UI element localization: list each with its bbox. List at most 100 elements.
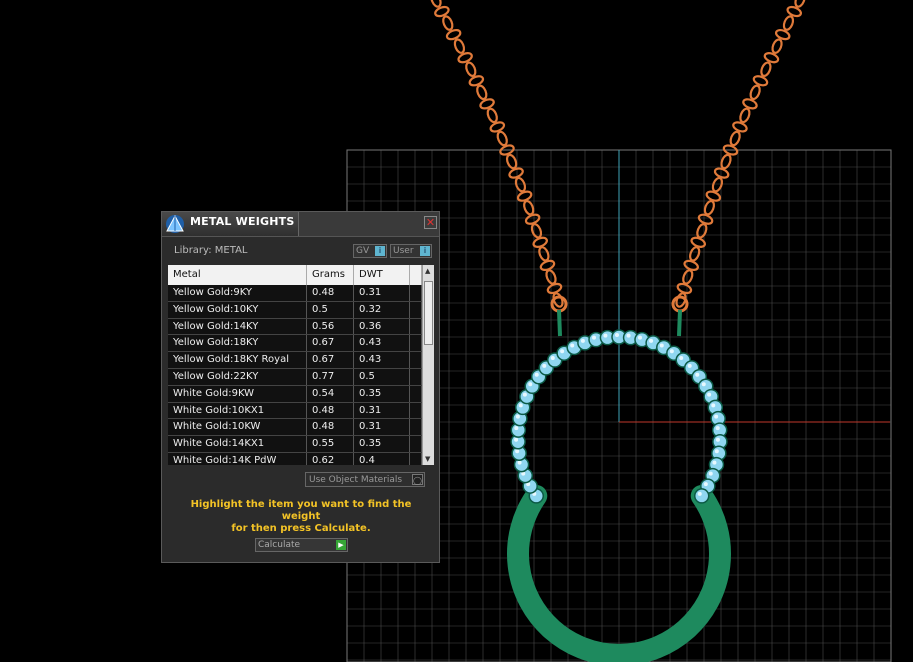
gem-highlight (659, 343, 664, 348)
panel-titlebar[interactable]: METAL WEIGHTS ✕ (162, 212, 439, 237)
cell-spacer (410, 301, 422, 318)
bail-right (677, 309, 682, 337)
chain-link (713, 167, 730, 179)
chain-link (465, 61, 477, 77)
table-row[interactable]: White Gold:10KX1 0.48 0.31 (168, 402, 422, 420)
cell-dwt: 0.35 (354, 385, 410, 402)
scrollbar-thumb[interactable] (424, 281, 433, 345)
chain-link (682, 269, 694, 285)
hint-line-2: for then press Calculate. (231, 523, 371, 534)
gv-button[interactable]: GV i (353, 244, 387, 258)
chain-link (696, 222, 708, 239)
hint-line-1: Highlight the item you want to find the … (190, 499, 412, 522)
hint-text: Highlight the item you want to find the … (170, 499, 432, 535)
cell-metal: White Gold:10KX1 (168, 402, 307, 419)
cell-spacer (410, 318, 422, 335)
table-row[interactable]: White Gold:14K PdW 0.62 0.4 (168, 452, 422, 465)
table-row[interactable]: Yellow Gold:10KY 0.5 0.32 (168, 301, 422, 319)
gem-highlight (570, 343, 575, 348)
gem-highlight (703, 482, 708, 487)
info-icon: i (420, 246, 430, 256)
chain-link (703, 199, 716, 216)
table-row[interactable]: Yellow Gold:18KY Royal 0.67 0.43 (168, 352, 422, 369)
chain-link (732, 121, 748, 133)
metal-weights-panel: METAL WEIGHTS ✕ Library: METAL GV i User… (161, 211, 440, 563)
cell-grams: 0.48 (307, 419, 354, 436)
gem-highlight (715, 437, 720, 442)
cell-metal: White Gold:9KW (168, 385, 307, 402)
cell-dwt: 0.35 (354, 436, 410, 452)
gem-highlight (560, 349, 565, 354)
cell-metal: Yellow Gold:18KY Royal (168, 352, 307, 368)
cell-grams: 0.62 (307, 452, 354, 465)
checkbox-icon[interactable]: ◯ (412, 474, 423, 485)
chain-link (739, 107, 751, 124)
cell-metal: White Gold:14KX1 (168, 436, 307, 452)
gem-highlight (542, 363, 547, 368)
chain-link (514, 176, 527, 193)
column-header-grams[interactable]: Grams (307, 265, 354, 285)
info-icon: i (375, 246, 385, 256)
cell-metal: Yellow Gold:10KY (168, 301, 307, 318)
gem-highlight (649, 338, 654, 343)
arrow-down-icon[interactable]: ▼ (425, 455, 430, 463)
cell-grams: 0.56 (307, 318, 354, 335)
cell-grams: 0.54 (307, 385, 354, 402)
gem-highlight (687, 363, 692, 368)
cell-metal: White Gold:10KW (168, 419, 307, 436)
chain-link (689, 246, 701, 262)
use-object-materials-toggle[interactable]: Use Object Materials ◯ (305, 472, 425, 487)
play-icon: ▶ (336, 540, 346, 550)
cell-grams: 0.77 (307, 368, 354, 385)
bail-left (557, 309, 562, 337)
jump-ring (671, 295, 689, 313)
table-row[interactable]: White Gold:10KW 0.48 0.31 (168, 419, 422, 437)
gem-highlight (580, 338, 585, 343)
cell-grams: 0.67 (307, 335, 354, 352)
table-row[interactable]: Yellow Gold:9KY 0.48 0.31 (168, 285, 422, 302)
gem-highlight (669, 349, 674, 354)
cell-metal: Yellow Gold:22KY (168, 368, 307, 385)
close-icon[interactable]: ✕ (424, 216, 437, 229)
cell-dwt: 0.4 (354, 452, 410, 465)
cell-spacer (410, 436, 422, 452)
chain-link (538, 246, 550, 262)
3d-viewport[interactable] (0, 0, 913, 662)
cell-spacer (410, 419, 422, 436)
cell-spacer (410, 285, 422, 301)
cell-spacer (410, 402, 422, 419)
cell-dwt: 0.43 (354, 335, 410, 352)
cell-spacer (410, 452, 422, 465)
table-row[interactable]: White Gold:14KX1 0.55 0.35 (168, 436, 422, 453)
gem-highlight (707, 392, 712, 397)
chain-link (711, 176, 724, 193)
table-row[interactable]: White Gold:9KW 0.54 0.35 (168, 385, 422, 403)
metal-table: Metal Grams DWT Yellow Gold:9KY 0.48 0.31 Y… (168, 265, 422, 465)
gem-highlight (514, 426, 519, 431)
gem-highlight (517, 460, 522, 465)
column-header-dwt[interactable]: DWT (354, 265, 410, 285)
user-button[interactable]: User i (390, 244, 432, 258)
arrow-up-icon[interactable]: ▲ (425, 267, 430, 275)
table-row[interactable]: Yellow Gold:14KY 0.56 0.36 (168, 318, 422, 336)
calculate-button[interactable]: Calculate ▶ (255, 538, 348, 552)
column-header-metal[interactable]: Metal (168, 265, 307, 285)
cell-dwt: 0.31 (354, 419, 410, 436)
cell-dwt: 0.31 (354, 285, 410, 301)
chain-link (729, 130, 741, 147)
table-header: Metal Grams DWT (168, 265, 422, 285)
panel-title-tab: METAL WEIGHTS (162, 212, 299, 236)
table-row[interactable]: Yellow Gold:22KY 0.77 0.5 (168, 368, 422, 386)
cell-spacer (410, 385, 422, 402)
chain-link (705, 190, 722, 202)
table-scrollbar[interactable]: ▲ ▼ (422, 265, 434, 465)
calculate-label: Calculate (258, 540, 301, 550)
cell-dwt: 0.36 (354, 318, 410, 335)
table-row[interactable]: Yellow Gold:18KY 0.67 0.43 (168, 335, 422, 353)
cell-grams: 0.48 (307, 402, 354, 419)
chain-link (486, 107, 498, 124)
cell-metal: White Gold:14K PdW (168, 452, 307, 465)
gem-highlight (603, 333, 608, 338)
triangle-logo-icon (166, 214, 184, 233)
gem-highlight (679, 356, 684, 361)
